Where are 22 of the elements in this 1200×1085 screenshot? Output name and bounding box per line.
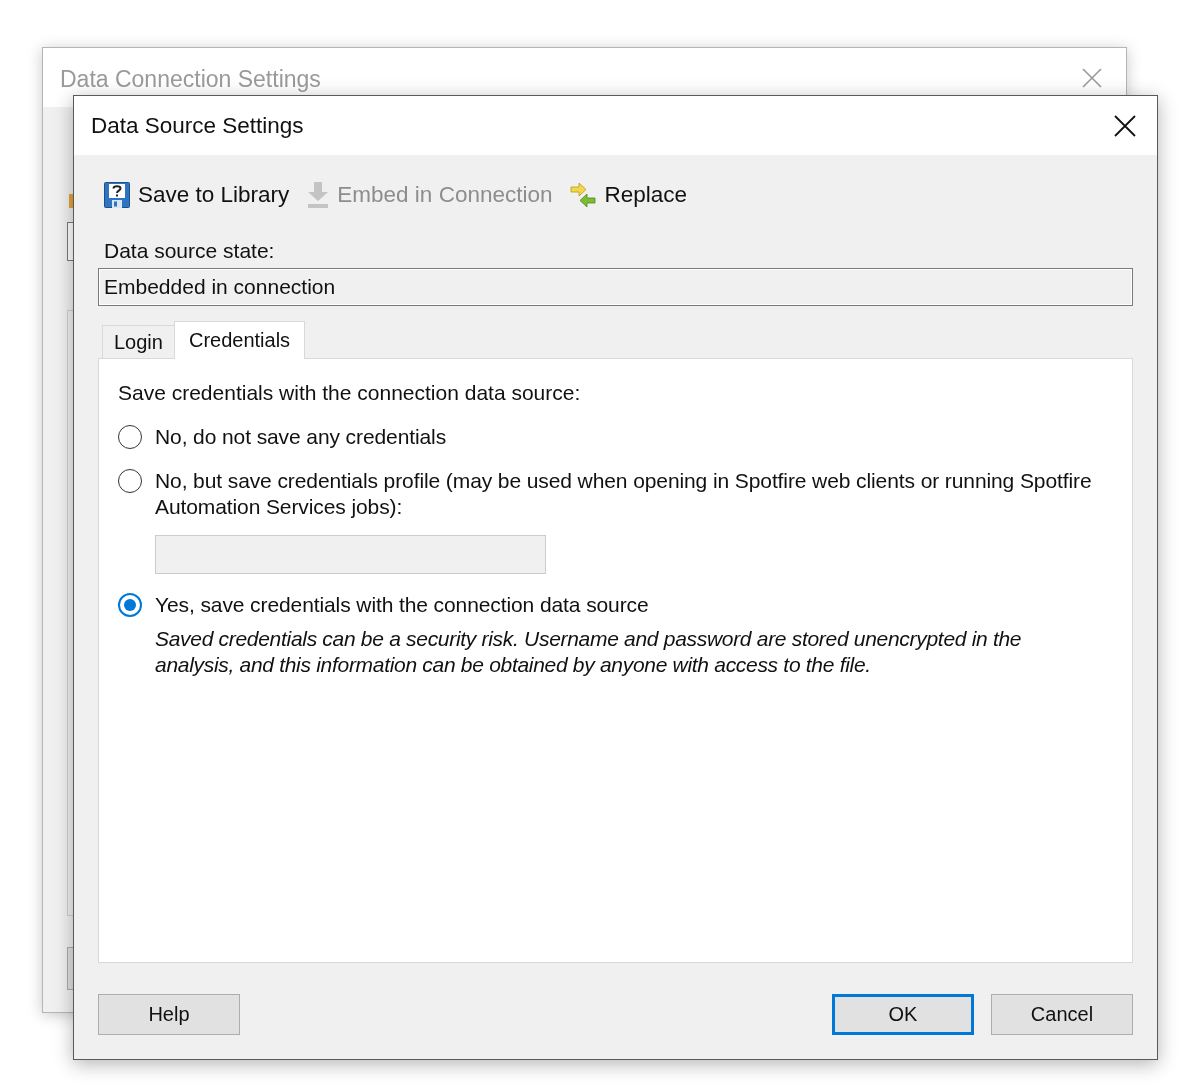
option-label[interactable]: No, but save credentials profile (may be used when opening in Spotfire web clients or running Spotfire Automation Services jobs): [155,468,1117,520]
state-field[interactable]: Embedded in connection [98,268,1133,306]
help-button[interactable]: Help [98,994,240,1035]
tab[interactable]: Credentials [173,321,306,359]
tab[interactable]: Login [102,325,175,358]
option-label[interactable]: Yes, save credentials with the connection data source [155,592,649,618]
toolbar-button[interactable]: Save to Library [100,177,294,213]
toolbar-button[interactable]: Replace [566,177,692,213]
field-label: Data source state: [104,239,275,263]
swap-arrows-icon [570,183,597,207]
dialog-button[interactable]: OK [832,994,974,1035]
window-title: Data Source Settings [91,112,304,139]
radio-button[interactable] [118,425,142,449]
warning-note: Saved credentials can be a security risk. Username and password are stored unencrypted in the analysis, and this information can be obtained by anyone with access to the file. [155,626,1023,678]
window-title: Data Connection Settings [60,66,321,93]
radio-button[interactable] [118,593,142,617]
download-arrow-icon [307,181,330,209]
close-icon[interactable] [1114,114,1136,137]
section-heading: Save credentials with the connection data source: [118,380,581,406]
option-label[interactable]: No, do not save any credentials [155,424,447,450]
radio-button[interactable] [118,469,142,493]
dialog-button[interactable]: Cancel [991,994,1133,1035]
